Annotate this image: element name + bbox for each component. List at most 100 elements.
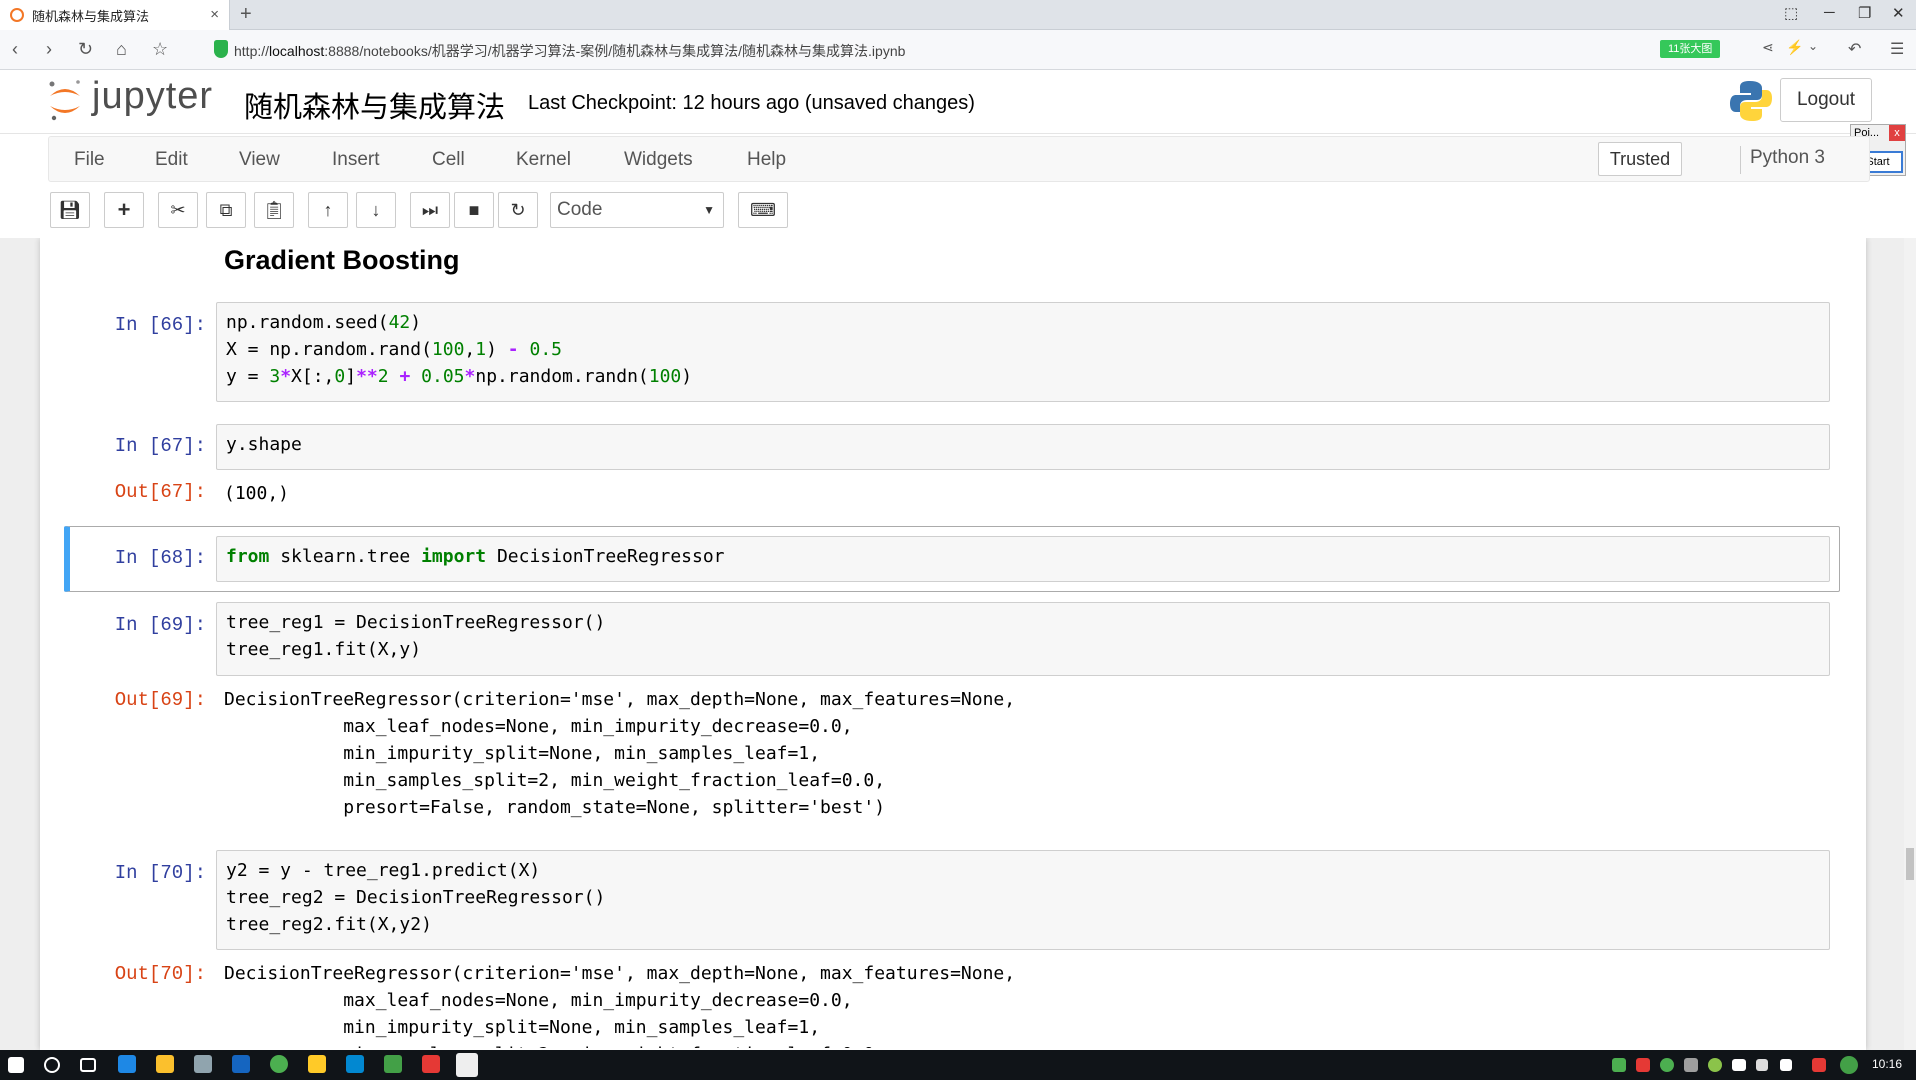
copy-icon: ⧉ — [219, 200, 233, 220]
window-close-icon[interactable]: ✕ — [1892, 4, 1905, 22]
reload-icon[interactable]: ↻ — [78, 39, 93, 60]
restore-tabs-icon[interactable]: ⬚ — [1784, 4, 1798, 22]
scrollbar-thumb[interactable] — [1906, 848, 1914, 880]
share-icon[interactable]: ⋖ — [1762, 39, 1774, 56]
folder-icon[interactable] — [308, 1055, 326, 1073]
copy-button[interactable]: ⧉ — [206, 192, 246, 228]
maximize-icon[interactable]: ❐ — [1858, 4, 1871, 22]
code-cell-66[interactable]: np.random.seed(42) X = np.random.rand(10… — [216, 302, 1830, 402]
cut-button[interactable]: ✂ — [158, 192, 198, 228]
stop-icon: ■ — [468, 200, 480, 220]
url-field[interactable]: http://localhost:8888/notebooks/机器学习/机器学… — [234, 41, 905, 61]
new-tab-button[interactable]: + — [240, 3, 252, 26]
scissors-icon: ✂ — [170, 200, 186, 220]
logout-button[interactable]: Logout — [1780, 78, 1872, 122]
app-icon[interactable] — [232, 1055, 250, 1073]
menu-kernel[interactable]: Kernel — [516, 149, 571, 171]
start-menu-icon[interactable] — [8, 1057, 24, 1073]
restart-button[interactable]: ↻ — [498, 192, 538, 228]
store-icon[interactable] — [156, 1055, 174, 1073]
active-app-icon[interactable] — [456, 1053, 478, 1077]
paste-button[interactable]: 📋︎ — [254, 192, 294, 228]
code-line: tree_reg2.fit(X,y2) — [226, 914, 432, 935]
code-cell-67[interactable]: y.shape — [216, 424, 1830, 470]
move-down-button[interactable]: ↓ — [356, 192, 396, 228]
scrollbar[interactable] — [1904, 238, 1916, 1050]
save-button[interactable]: 💾︎ — [50, 192, 90, 228]
kernel-name[interactable]: Python 3 — [1750, 147, 1825, 169]
jupyter-favicon-icon — [10, 8, 24, 22]
back-icon[interactable]: ‹ — [12, 39, 18, 60]
step-forward-icon: ⏭︎ — [421, 200, 439, 220]
network-icon[interactable] — [1732, 1059, 1746, 1071]
notebook-title[interactable]: 随机森林与集成算法 — [244, 84, 505, 126]
menu-insert[interactable]: Insert — [332, 149, 380, 171]
interrupt-button[interactable]: ■ — [454, 192, 494, 228]
notebook-toolbar: 💾︎ + ✂ ⧉ 📋︎ ↑ ↓ ⏭︎ ■ ↻ Code ▼ ⌨ — [0, 188, 1916, 238]
edge-icon[interactable] — [118, 1055, 136, 1073]
dropdown-chevron-icon[interactable]: ⌄ — [1808, 39, 1818, 53]
menu-view[interactable]: View — [239, 149, 280, 171]
search-icon[interactable] — [44, 1057, 60, 1073]
cell-type-select[interactable]: Code ▼ — [550, 192, 724, 228]
notification-badge-icon[interactable] — [1840, 1056, 1858, 1074]
trusted-indicator[interactable]: Trusted — [1598, 142, 1682, 176]
jupyter-logo-text[interactable]: jupyter — [92, 75, 213, 118]
tray-icon[interactable] — [1812, 1058, 1826, 1072]
code-input-67: y.shape — [226, 434, 302, 455]
out-prompt-70: Out[70]: — [114, 963, 206, 985]
app-icon[interactable] — [384, 1055, 402, 1073]
command-palette-button[interactable]: ⌨ — [738, 192, 788, 228]
insert-cell-button[interactable]: + — [104, 192, 144, 228]
floating-widget-close-icon[interactable]: x — [1889, 125, 1905, 141]
menu-widgets[interactable]: Widgets — [624, 149, 693, 171]
browser-menu-icon[interactable]: ☰ — [1890, 39, 1904, 59]
tray-icon[interactable] — [1612, 1058, 1626, 1072]
bookmark-star-icon[interactable]: ☆ — [152, 39, 168, 60]
code-input-66: np.random.seed(42) X = np.random.rand(10… — [226, 312, 693, 387]
move-up-button[interactable]: ↑ — [308, 192, 348, 228]
cell-type-value: Code — [557, 199, 603, 220]
chrome-icon[interactable] — [270, 1055, 288, 1073]
checkpoint-status: Last Checkpoint: 12 hours ago (unsaved c… — [528, 92, 975, 114]
app-icon[interactable] — [422, 1055, 440, 1073]
restart-icon: ↻ — [510, 200, 526, 220]
plus-icon: + — [117, 197, 131, 222]
python-logo-icon — [1730, 81, 1772, 121]
menu-cell[interactable]: Cell — [432, 149, 465, 171]
browser-tab[interactable]: 随机森林与集成算法 × — [0, 0, 230, 30]
browser-tab-bar: 随机森林与集成算法 × + ⬚ ─ ❐ ✕ — [0, 0, 1916, 30]
lightning-icon[interactable]: ⚡ — [1786, 39, 1803, 56]
taskbar-clock[interactable]: 10:16 — [1872, 1057, 1902, 1071]
menu-help[interactable]: Help — [747, 149, 786, 171]
secure-shield-icon — [214, 40, 228, 58]
extension-badge[interactable]: 11张大图 — [1660, 40, 1721, 58]
menu-file[interactable]: File — [74, 149, 105, 171]
app-icon[interactable] — [346, 1055, 364, 1073]
home-icon[interactable]: ⌂ — [116, 39, 127, 60]
menu-edit[interactable]: Edit — [155, 149, 188, 171]
forward-icon[interactable]: › — [46, 39, 52, 60]
tray-icon[interactable] — [1636, 1058, 1650, 1072]
volume-icon[interactable] — [1756, 1059, 1768, 1071]
code-line: tree_reg1 = DecisionTreeRegressor() — [226, 612, 606, 633]
caret-down-icon: ▼ — [703, 203, 715, 217]
code-input-68: from sklearn.tree import DecisionTreeReg… — [226, 546, 725, 567]
code-cell-68[interactable]: from sklearn.tree import DecisionTreeReg… — [216, 536, 1830, 582]
code-line: tree_reg1.fit(X,y) — [226, 639, 422, 660]
tab-close-icon[interactable]: × — [210, 6, 219, 23]
code-cell-69[interactable]: tree_reg1 = DecisionTreeRegressor() tree_… — [216, 602, 1830, 676]
task-view-icon[interactable] — [80, 1058, 96, 1072]
jupyter-logo-icon[interactable] — [46, 78, 84, 122]
ime-icon[interactable] — [1780, 1059, 1792, 1071]
tray-icon[interactable] — [1708, 1058, 1722, 1072]
code-cell-70[interactable]: y2 = y - tree_reg1.predict(X) tree_reg2 =… — [216, 850, 1830, 950]
tray-icon[interactable] — [1684, 1058, 1698, 1072]
kernel-divider — [1740, 146, 1741, 174]
minimize-icon[interactable]: ─ — [1824, 4, 1835, 21]
tray-icon[interactable] — [1660, 1058, 1674, 1072]
address-bar: ‹ › ↻ ⌂ ☆ http://localhost:8888/notebook… — [0, 30, 1916, 70]
undo-icon[interactable]: ↶ — [1848, 39, 1861, 59]
run-button[interactable]: ⏭︎ — [410, 192, 450, 228]
mail-icon[interactable] — [194, 1055, 212, 1073]
